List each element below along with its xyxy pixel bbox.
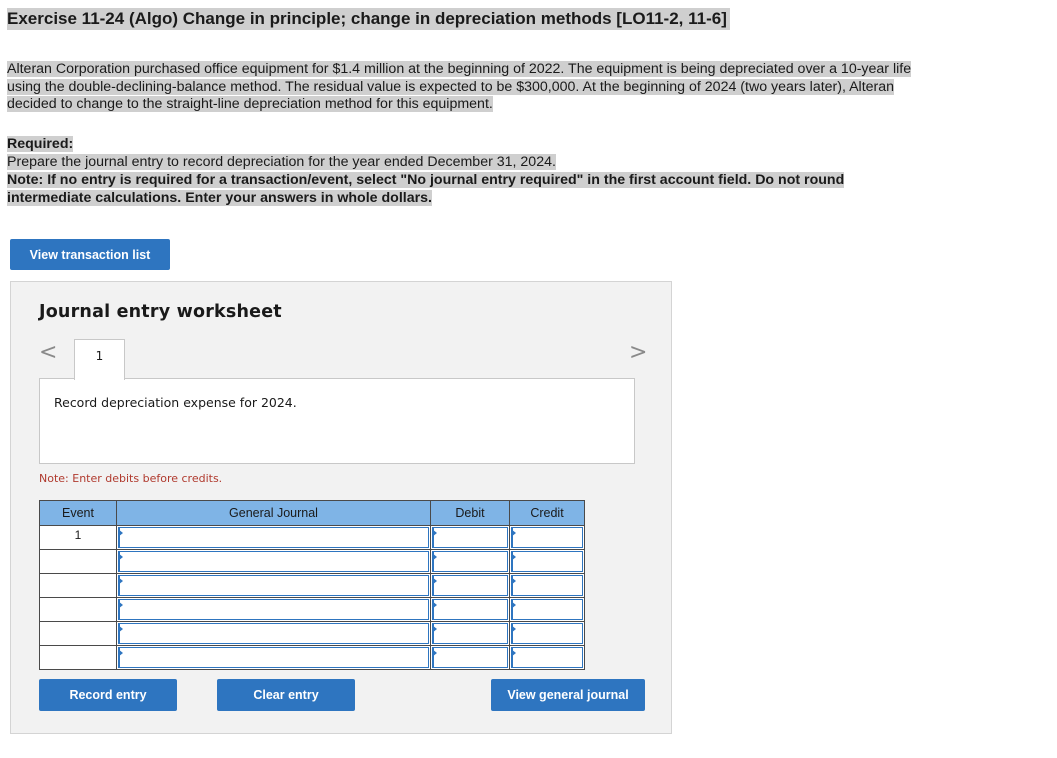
credit-field[interactable] [511, 527, 583, 548]
account-field[interactable] [118, 551, 429, 572]
account-input[interactable] [116, 573, 431, 598]
input-marker-icon [511, 649, 516, 657]
journal-entry-worksheet: Journal entry worksheet < > 1 Record dep… [10, 281, 672, 734]
credit-field[interactable] [511, 599, 583, 620]
table-header-row: Event General Journal Debit Credit [39, 500, 585, 526]
input-marker-icon [432, 529, 437, 537]
input-marker-icon [432, 649, 437, 657]
dropdown-arrow-icon [118, 625, 123, 633]
input-marker-icon [511, 601, 516, 609]
input-marker-icon [511, 529, 516, 537]
debit-input[interactable] [430, 621, 510, 646]
table-row [39, 573, 585, 598]
required-label: Required: [7, 136, 74, 152]
event-cell [39, 597, 117, 622]
credit-input[interactable] [509, 645, 585, 670]
account-field[interactable] [118, 647, 429, 668]
instruction-note: Note: If no entry is required for a tran… [7, 172, 845, 206]
credit-input[interactable] [509, 597, 585, 622]
input-marker-icon [432, 601, 437, 609]
account-field[interactable] [118, 575, 429, 596]
account-input[interactable] [116, 621, 431, 646]
debit-input[interactable] [430, 645, 510, 670]
input-marker-icon [432, 553, 437, 561]
credit-field[interactable] [511, 647, 583, 668]
account-field[interactable] [118, 599, 429, 620]
event-cell [39, 645, 117, 670]
chevron-left-icon[interactable]: < [39, 342, 57, 364]
table-row [39, 597, 585, 622]
credit-field[interactable] [511, 551, 583, 572]
transaction-instruction: Record depreciation expense for 2024. [39, 378, 635, 464]
account-input[interactable] [116, 645, 431, 670]
debit-field[interactable] [432, 623, 508, 644]
credit-field[interactable] [511, 623, 583, 644]
credit-field[interactable] [511, 575, 583, 596]
debit-field[interactable] [432, 599, 508, 620]
dropdown-arrow-icon [118, 649, 123, 657]
debit-input[interactable] [430, 525, 510, 550]
debit-field[interactable] [432, 575, 508, 596]
account-input[interactable] [116, 525, 431, 550]
input-marker-icon [511, 625, 516, 633]
problem-intro-text: Alteran Corporation purchased office equ… [7, 61, 912, 112]
record-entry-button[interactable]: Record entry [39, 679, 177, 711]
event-cell [39, 573, 117, 598]
account-field[interactable] [118, 623, 429, 644]
table-row [39, 621, 585, 646]
account-input[interactable] [116, 597, 431, 622]
page-title: Exercise 11-24 (Algo) Change in principl… [7, 8, 730, 30]
debit-field[interactable] [432, 647, 508, 668]
clear-entry-button[interactable]: Clear entry [217, 679, 355, 711]
credit-input[interactable] [509, 573, 585, 598]
input-marker-icon [511, 577, 516, 585]
worksheet-title: Journal entry worksheet [39, 302, 282, 322]
debit-input[interactable] [430, 549, 510, 574]
account-input[interactable] [116, 549, 431, 574]
input-marker-icon [511, 553, 516, 561]
column-header-credit: Credit [509, 500, 585, 526]
table-row [39, 645, 585, 670]
table-row [39, 549, 585, 574]
table-row: 1 [39, 525, 585, 550]
column-header-event: Event [39, 500, 117, 526]
debit-input[interactable] [430, 573, 510, 598]
credit-input[interactable] [509, 621, 585, 646]
event-cell [39, 621, 117, 646]
input-marker-icon [432, 625, 437, 633]
column-header-debit: Debit [430, 500, 510, 526]
transaction-instruction-text: Record depreciation expense for 2024. [54, 395, 297, 410]
credit-input[interactable] [509, 525, 585, 550]
view-general-journal-button[interactable]: View general journal [491, 679, 645, 711]
required-section: Required: Prepare the journal entry to r… [7, 135, 912, 207]
worksheet-tab-1[interactable]: 1 [74, 339, 125, 380]
event-cell: 1 [39, 525, 117, 550]
problem-intro: Alteran Corporation purchased office equ… [7, 61, 947, 114]
event-cell [39, 549, 117, 574]
debit-field[interactable] [432, 527, 508, 548]
chevron-right-icon[interactable]: > [629, 342, 647, 364]
input-marker-icon [432, 577, 437, 585]
dropdown-arrow-icon [118, 529, 123, 537]
account-field[interactable] [118, 527, 429, 548]
debits-credits-note: Note: Enter debits before credits. [39, 472, 223, 485]
view-transaction-list-button[interactable]: View transaction list [10, 239, 170, 270]
dropdown-arrow-icon [118, 601, 123, 609]
credit-input[interactable] [509, 549, 585, 574]
dropdown-arrow-icon [118, 553, 123, 561]
debit-input[interactable] [430, 597, 510, 622]
dropdown-arrow-icon [118, 577, 123, 585]
debit-field[interactable] [432, 551, 508, 572]
journal-entry-table: Event General Journal Debit Credit 1 [39, 500, 585, 670]
required-text: Prepare the journal entry to record depr… [7, 154, 556, 170]
column-header-general-journal: General Journal [116, 500, 431, 526]
